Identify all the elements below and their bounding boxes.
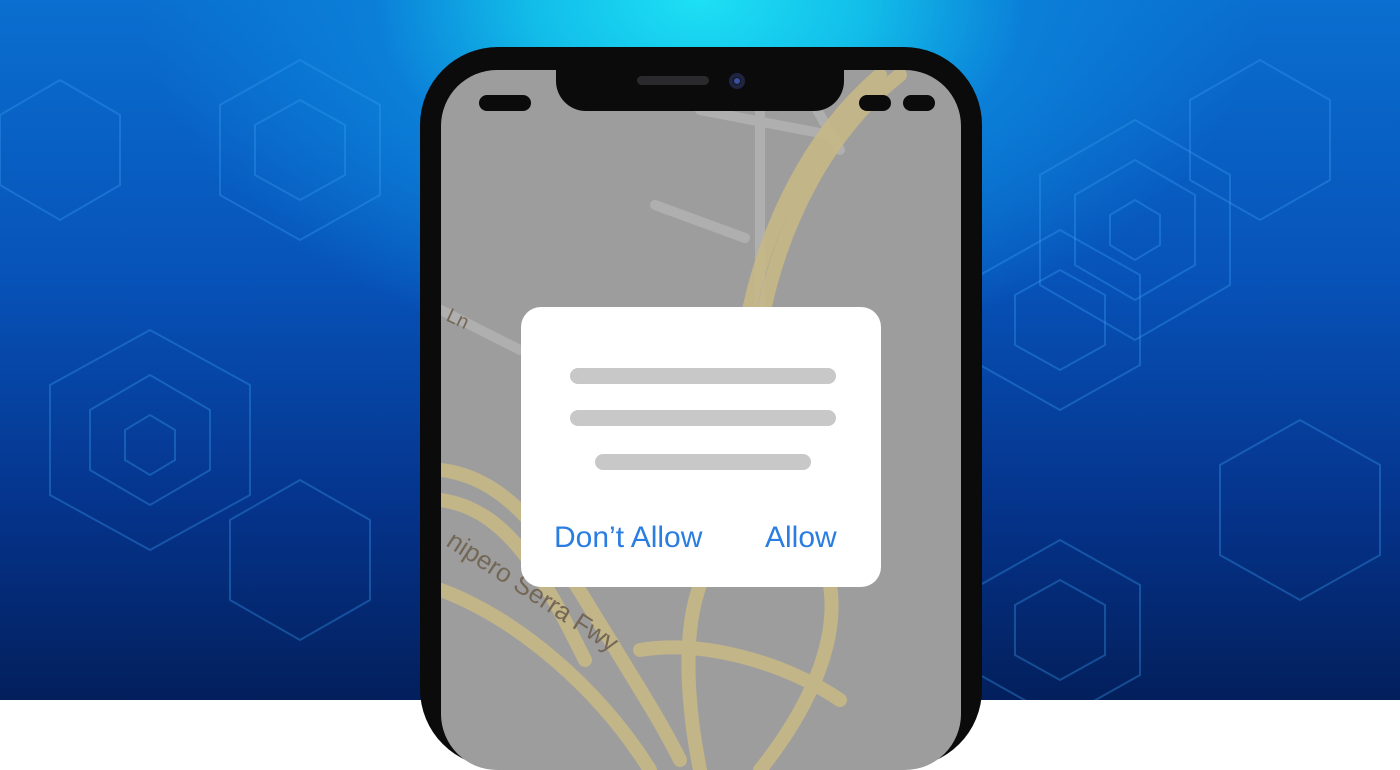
front-camera-icon [729,73,745,89]
dialog-text-placeholder-line-2 [570,410,836,426]
dialog-text-placeholder-line-1 [570,368,836,384]
status-indicator-left [479,95,531,111]
allow-button[interactable]: Allow [765,520,837,556]
status-indicator-signal [859,95,891,111]
status-indicator-battery [903,95,935,111]
dont-allow-button[interactable]: Don’t Allow [554,520,702,556]
dialog-text-placeholder-line-3 [595,454,811,470]
speaker-grille-icon [637,76,709,85]
